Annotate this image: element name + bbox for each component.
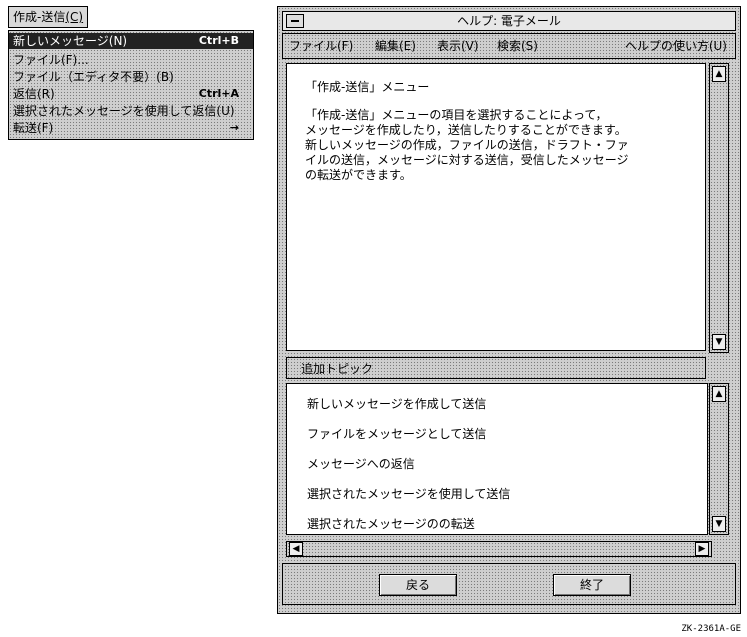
menu-item-reply[interactable]: 返信(R) Ctrl+A: [13, 86, 247, 102]
figure-caption: ZK-2361A-GE: [681, 624, 741, 634]
submenu-arrow-icon: →: [229, 121, 239, 134]
scroll-right-icon[interactable]: ▶: [695, 542, 709, 556]
exit-button[interactable]: 終了: [553, 574, 631, 596]
menu-item-new-message[interactable]: 新しいメッセージ(N) Ctrl+B: [9, 33, 253, 49]
scroll-up-icon[interactable]: ▲: [712, 386, 726, 402]
scroll-up-icon[interactable]: ▲: [712, 66, 726, 82]
menu-title-label: 作成-送信: [13, 10, 66, 24]
menu-item-label: 転送(F): [13, 121, 54, 135]
menu-item-label: 返信(R): [13, 87, 55, 101]
menu-bar: ファイル(F) 編集(E) 表示(V) 検索(S) ヘルプの使い方(U): [282, 33, 736, 59]
additional-topics-label: 追加トピック: [286, 357, 706, 379]
scroll-down-icon[interactable]: ▼: [712, 516, 726, 532]
menu-item-file-no-editor[interactable]: ファイル（エディタ不要）(B): [13, 69, 247, 85]
compose-send-menu: 新しいメッセージ(N) Ctrl+B ファイル(F)... ファイル（エディタ不…: [8, 30, 254, 140]
topic-item[interactable]: 選択されたメッセージのの転送: [307, 516, 475, 532]
menu-item-label: 新しいメッセージ(N): [13, 34, 128, 48]
topic-item[interactable]: 新しいメッセージを作成して送信: [307, 396, 486, 412]
horizontal-scrollbar[interactable]: ◀ ▶: [286, 541, 712, 557]
menu-item-accel: Ctrl+B: [198, 34, 239, 47]
scroll-down-icon[interactable]: ▼: [712, 334, 726, 350]
menu-item-accel: Ctrl+A: [198, 87, 239, 100]
menu-title[interactable]: 作成-送信(C): [8, 6, 89, 28]
additional-topics-list: 新しいメッセージを作成して送信 ファイルをメッセージとして送信 メッセージへの返…: [286, 383, 708, 535]
help-body: 「作成-送信」メニューの項目を選択することによって， メッセージを作成したり，送…: [305, 108, 629, 182]
menubar-search[interactable]: 検索(S): [497, 34, 538, 58]
topic-item[interactable]: 選択されたメッセージを使用して送信: [307, 486, 510, 502]
menu-item-label: ファイル(F)...: [13, 53, 89, 67]
title-bar[interactable]: ヘルプ: 電子メール: [282, 11, 736, 31]
menubar-view[interactable]: 表示(V): [437, 34, 479, 58]
help-text-scrollbar[interactable]: ▲ ▼: [709, 63, 729, 353]
menu-item-reply-with-selected[interactable]: 選択されたメッセージを使用して返信(U): [13, 103, 247, 119]
menubar-edit[interactable]: 編集(E): [375, 34, 416, 58]
back-button[interactable]: 戻る: [379, 574, 457, 596]
menu-item-label: ファイル（エディタ不要）(B): [13, 70, 174, 84]
menu-item-forward[interactable]: 転送(F) →: [13, 120, 247, 136]
scroll-left-icon[interactable]: ◀: [289, 542, 303, 556]
menu-title-mnemonic: (C): [65, 10, 84, 24]
menu-item-file[interactable]: ファイル(F)...: [13, 52, 247, 68]
help-window: ヘルプ: 電子メール ファイル(F) 編集(E) 表示(V) 検索(S) ヘルプ…: [277, 6, 741, 614]
help-text-view: 「作成-送信」メニュー 「作成-送信」メニューの項目を選択することによって， メ…: [286, 63, 706, 351]
menu-item-label: 選択されたメッセージを使用して返信(U): [13, 104, 235, 118]
button-bar: 戻る 終了: [282, 563, 736, 605]
menubar-help-howto[interactable]: ヘルプの使い方(U): [625, 34, 727, 58]
topic-item[interactable]: メッセージへの返信: [307, 456, 415, 472]
topics-scrollbar[interactable]: ▲ ▼: [709, 383, 729, 535]
window-title: ヘルプ: 電子メール: [457, 14, 561, 28]
menubar-file[interactable]: ファイル(F): [289, 34, 353, 58]
help-heading: 「作成-送信」メニュー: [305, 80, 430, 94]
topic-item[interactable]: ファイルをメッセージとして送信: [307, 426, 486, 442]
